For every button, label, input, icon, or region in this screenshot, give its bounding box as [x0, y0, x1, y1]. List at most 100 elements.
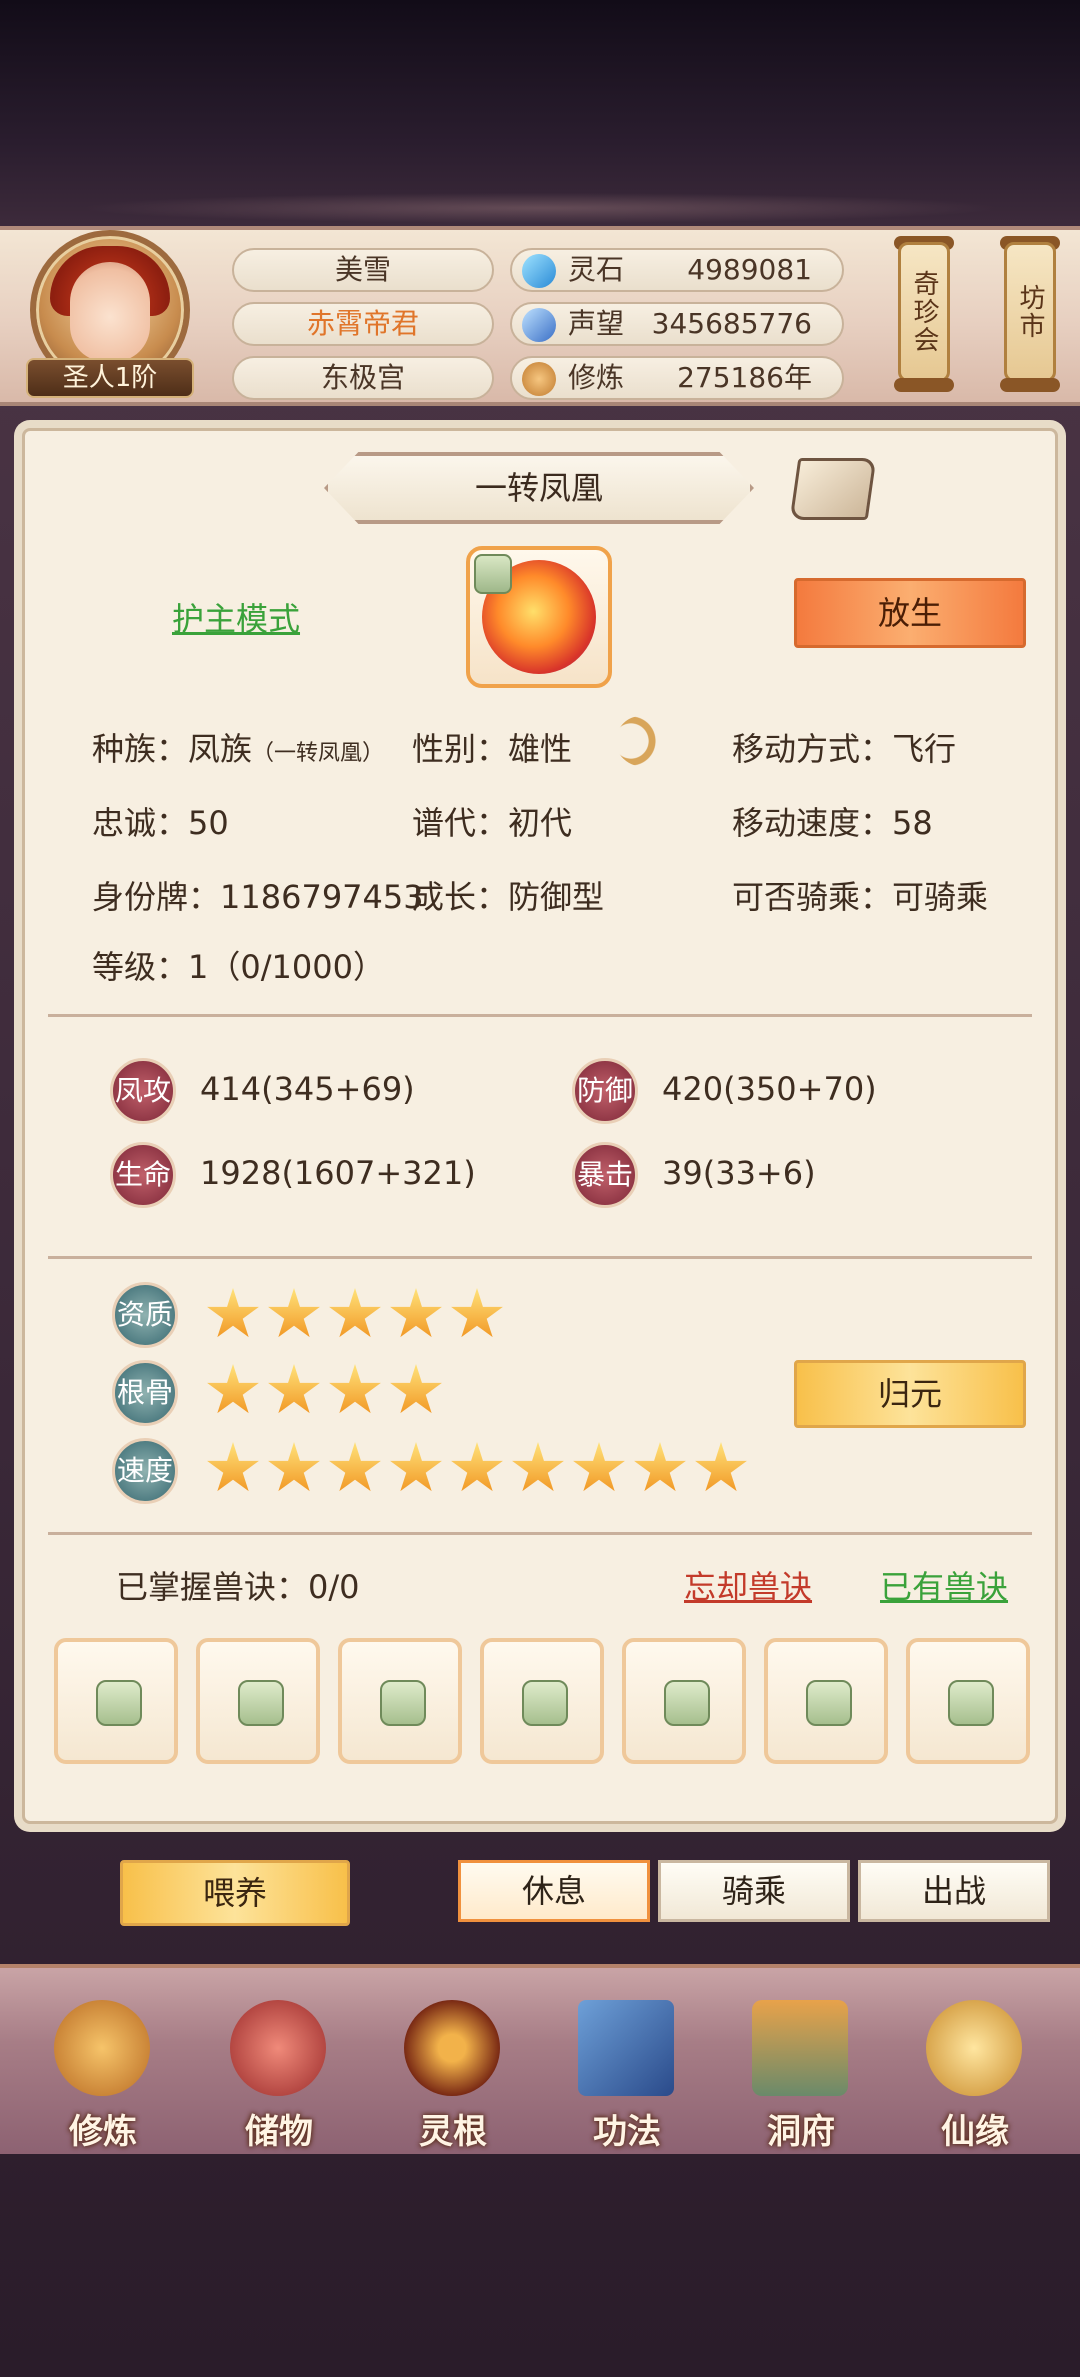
nav-cultivate[interactable]: 修炼 [28, 1996, 178, 2152]
skill-slot[interactable] [54, 1638, 178, 1764]
player-title[interactable]: 赤霄帝君 [232, 302, 494, 346]
growth-row: 成长：防御型 [412, 872, 604, 918]
aptitude-stars [206, 1288, 706, 1344]
nav-fortune[interactable]: 仙缘 [900, 1996, 1050, 2152]
battle-button[interactable]: 出战 [858, 1860, 1050, 1922]
move-label: 移动方式： [732, 730, 893, 768]
generation-row: 谱代：初代 [412, 798, 572, 844]
star-icon [207, 1364, 259, 1414]
scroll-cap [1000, 378, 1060, 392]
race-sub: （一转凤凰） [252, 741, 385, 766]
speed-row: 移动速度：58 [732, 798, 933, 844]
defense-badge: 防御 [572, 1058, 638, 1124]
loyalty-value: 50 [188, 804, 229, 842]
feed-button[interactable]: 喂养 [120, 1860, 350, 1926]
cultivation-icon [522, 362, 556, 396]
fortune-icon [926, 2000, 1022, 2096]
skill-slot[interactable] [764, 1638, 888, 1764]
mastered-label: 已掌握兽诀： [116, 1568, 309, 1606]
nav-spirit-root[interactable]: 灵根 [378, 1996, 528, 2152]
star-icon [573, 1442, 625, 1492]
nav-label: 功法 [593, 2112, 661, 2152]
resource-spirit-stone: 灵石 4989081 [510, 248, 844, 292]
guard-mode-link[interactable]: 护主模式 [172, 594, 300, 640]
ride-button[interactable]: 骑乘 [658, 1860, 850, 1922]
release-button[interactable]: 放生 [794, 578, 1026, 648]
skill-slot[interactable] [480, 1638, 604, 1764]
id-value: 1186797453 [220, 878, 424, 916]
star-icon [451, 1288, 503, 1338]
nav-label: 储物 [245, 2112, 313, 2152]
manual-icon [578, 2000, 674, 2096]
player-sect: 东极宫 [232, 356, 494, 400]
nav-cave[interactable]: 洞府 [726, 1996, 876, 2152]
defense-value: 420(350+70) [662, 1070, 877, 1108]
nav-label: 洞府 [767, 2112, 835, 2152]
ride-value: 可骑乘 [892, 878, 989, 916]
lock-icon [238, 1680, 284, 1726]
skill-slot[interactable] [906, 1638, 1030, 1764]
nav-manual[interactable]: 功法 [552, 1996, 702, 2152]
lock-icon [96, 1680, 142, 1726]
pouch-icon [230, 2000, 326, 2096]
star-icon [329, 1288, 381, 1338]
lock-icon [806, 1680, 852, 1726]
growth-value: 防御型 [508, 878, 605, 916]
nav-label: 仙缘 [941, 2112, 1009, 2152]
star-icon [634, 1442, 686, 1492]
speed-stars [206, 1442, 766, 1498]
bone-badge: 根骨 [112, 1360, 178, 1426]
resource-label: 灵石 [568, 253, 625, 286]
speed-label: 移动速度： [732, 804, 893, 842]
nav-storage[interactable]: 储物 [204, 1996, 354, 2152]
resource-value: 345685776 [651, 307, 812, 340]
bone-stars [206, 1364, 706, 1420]
book-icon[interactable] [789, 458, 877, 520]
ride-label: 可否骑乘： [732, 878, 893, 916]
mastered-skills: 已掌握兽诀：0/0 [116, 1562, 360, 1608]
gender-row: 性别：雄性 [412, 724, 572, 770]
loyalty-row: 忠诚：50 [92, 798, 229, 844]
skill-slot[interactable] [622, 1638, 746, 1764]
lock-icon [948, 1680, 994, 1726]
skill-slot[interactable] [338, 1638, 462, 1764]
arrow-icon[interactable] [616, 716, 666, 766]
generation-value: 初代 [508, 804, 573, 842]
star-icon [695, 1442, 747, 1492]
move-value: 飞行 [892, 730, 957, 768]
reputation-icon [522, 308, 556, 342]
level-value: 1（0/1000） [188, 948, 385, 986]
crit-badge: 暴击 [572, 1142, 638, 1208]
star-icon [390, 1442, 442, 1492]
treasure-pavilion-button[interactable]: 奇珍会 [898, 242, 950, 382]
id-label: 身份牌： [92, 878, 221, 916]
star-icon [451, 1442, 503, 1492]
lock-icon [522, 1680, 568, 1726]
life-badge: 生命 [110, 1142, 176, 1208]
rank-plate: 圣人1阶 [26, 358, 194, 398]
resource-reputation: 声望 345685776 [510, 302, 844, 346]
aptitude-badge: 资质 [112, 1282, 178, 1348]
rest-button[interactable]: 休息 [458, 1860, 650, 1922]
level-label: 等级： [92, 948, 189, 986]
resource-cultivation: 修炼 275186年 [510, 356, 844, 400]
forget-skill-link[interactable]: 忘却兽诀 [684, 1562, 812, 1608]
market-button[interactable]: 坊市 [1004, 242, 1056, 382]
spirit-root-icon [404, 2000, 500, 2096]
speed-badge: 速度 [112, 1438, 178, 1504]
divider [48, 1014, 1032, 1017]
resource-label: 修炼 [568, 361, 625, 394]
owned-skill-link[interactable]: 已有兽诀 [880, 1562, 1008, 1608]
reset-button[interactable]: 归元 [794, 1360, 1026, 1428]
growth-label: 成长： [412, 878, 509, 916]
mastered-value: 0/0 [308, 1568, 360, 1606]
gender-label: 性别： [412, 730, 509, 768]
lock-icon [474, 554, 512, 594]
meditation-icon [54, 2000, 150, 2096]
life-value: 1928(1607+321) [200, 1154, 476, 1192]
scroll-cap [894, 378, 954, 392]
race-label: 种族： [92, 730, 189, 768]
star-icon [390, 1288, 442, 1338]
star-icon [207, 1442, 259, 1492]
skill-slot[interactable] [196, 1638, 320, 1764]
